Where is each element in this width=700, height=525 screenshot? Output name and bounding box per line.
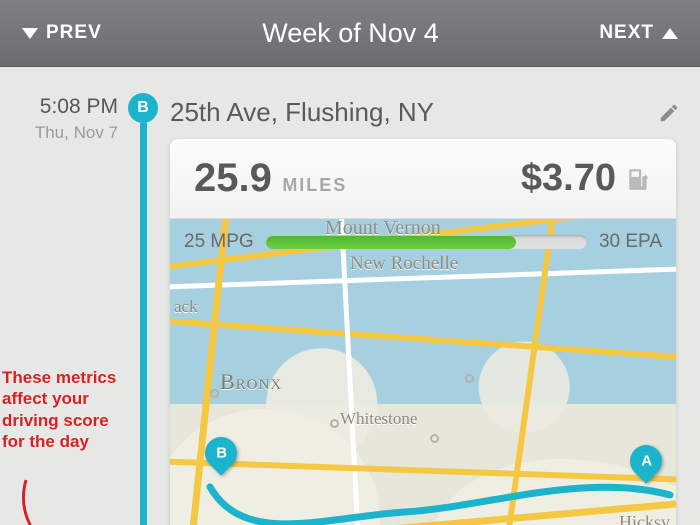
distance-value: 25.9 [194,156,272,200]
fuel-cost-value: $3.70 [521,157,616,200]
destination-row: 25th Ave, Flushing, NY [170,97,680,128]
mpg-label: 25 MPG [184,231,254,253]
map-area[interactable]: Mount Vernon New Rochelle ack Bronx Whit… [170,219,676,525]
distance-unit: MILES [282,175,347,195]
fuel-pump-icon [626,164,652,194]
map-label-hicksville: HicksvLevit [619,513,670,525]
trip-metrics-bar: 25.9 MILES $3.70 [170,139,676,219]
header-title: Week of Nov 4 [262,18,439,49]
trip-card: 25.9 MILES $3.70 [170,139,676,525]
map-label-new-rochelle: New Rochelle [350,253,458,275]
map-dot [465,374,474,383]
week-header: PREV Week of Nov 4 NEXT [0,0,700,67]
edit-button[interactable] [658,102,680,124]
destination-text: 25th Ave, Flushing, NY [170,97,434,128]
map-dot [210,389,219,398]
map-pin-a-label: A [641,453,652,470]
map-dot [330,419,339,428]
trip-date: Thu, Nov 7 [18,123,118,143]
road [170,316,676,367]
next-label: NEXT [599,22,654,44]
mpg-progress-bar [266,235,587,249]
mpg-row: 25 MPG 30 EPA [184,231,662,253]
map-pin-b[interactable]: B [205,437,237,479]
body: 5:08 PM Thu, Nov 7 B 25th Ave, Flushing,… [0,67,700,525]
map-background: Mount Vernon New Rochelle ack Bronx Whit… [170,219,676,525]
map-pin-b-label: B [216,445,227,462]
annotation-arrow-icon [6,475,96,525]
fuel-cost-metric: $3.70 [521,157,652,200]
map-dot [430,434,439,443]
map-label-ack: ack [174,297,198,317]
pencil-icon [658,102,680,124]
timeline-marker-b-label: B [137,99,149,117]
map-label-bronx: Bronx [220,369,282,395]
chevron-up-icon [662,28,678,39]
timestamp-column: 5:08 PM Thu, Nov 7 [18,95,118,143]
epa-label: 30 EPA [599,231,662,253]
prev-button[interactable]: PREV [22,22,102,44]
map-label-whitestone: Whitestone [340,409,417,429]
prev-label: PREV [46,22,102,44]
timeline-line [140,123,147,525]
trip-time: 5:08 PM [18,95,118,119]
mpg-progress-fill [266,235,517,249]
chevron-down-icon [22,28,38,39]
next-button[interactable]: NEXT [599,22,678,44]
distance-metric: 25.9 MILES [194,156,347,201]
annotation-text: These metrics affect your driving score … [2,367,122,452]
map-pin-a[interactable]: A [630,445,662,487]
timeline-marker-b: B [128,93,158,123]
